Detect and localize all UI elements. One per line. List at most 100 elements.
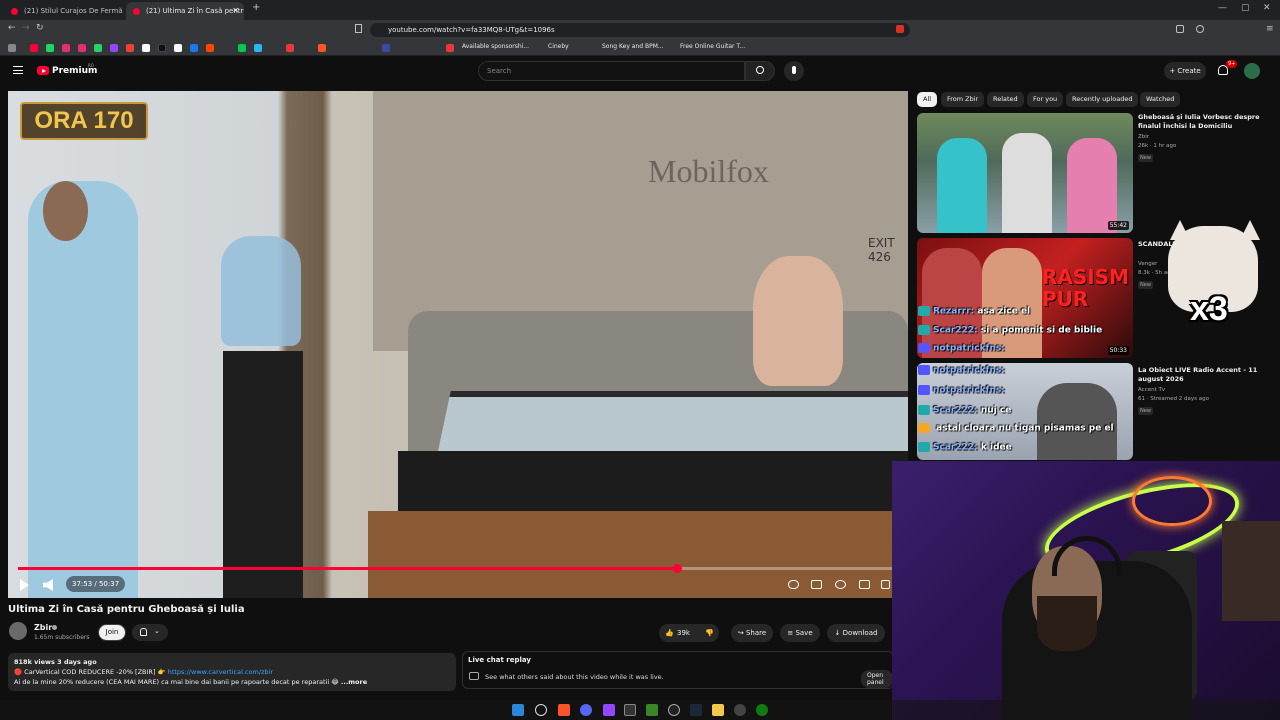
app-icon[interactable] <box>734 704 746 716</box>
back-icon[interactable]: ← <box>8 23 16 33</box>
play-icon[interactable] <box>20 579 29 591</box>
bookmark-icon[interactable] <box>174 44 182 52</box>
app-icon[interactable] <box>624 704 636 716</box>
media-icon[interactable] <box>1196 25 1204 33</box>
like-count[interactable]: 39k <box>677 624 690 642</box>
apps-icon[interactable] <box>8 44 16 52</box>
facebook-icon[interactable] <box>190 44 198 52</box>
app-icon[interactable] <box>668 704 680 716</box>
video-scrubber-handle[interactable] <box>672 564 682 573</box>
bookmark-page-icon[interactable] <box>355 24 362 33</box>
channel-name[interactable]: Zbir <box>34 623 52 632</box>
bookmark-icon[interactable] <box>206 44 214 52</box>
search-icon[interactable] <box>535 704 547 716</box>
thumbnail-person <box>1067 138 1117 233</box>
save-button[interactable]: ≡ Save <box>780 624 820 642</box>
volume-icon[interactable] <box>43 579 53 591</box>
close-window-icon[interactable]: ✕ <box>1263 3 1271 13</box>
bookmark-icon[interactable] <box>254 44 262 52</box>
chip-from-channel[interactable]: From Zbir <box>941 92 985 107</box>
bookmark-icon[interactable] <box>94 44 102 52</box>
bookmark-link[interactable]: Cineby <box>548 43 569 50</box>
tiktok-icon[interactable] <box>158 44 166 52</box>
voice-search-button[interactable] <box>784 61 804 81</box>
bookmark-icon[interactable] <box>62 44 70 52</box>
video-player[interactable]: Mobilfox EXIT 426 ORA 170 37:53 / 50:37 <box>8 91 908 598</box>
xbox-icon[interactable] <box>756 704 768 716</box>
hamburger-menu-icon[interactable] <box>13 66 23 74</box>
download-icon: ↓ <box>834 629 843 637</box>
description-link[interactable]: https://www.carvertical.com/zbir <box>168 668 273 676</box>
maximize-icon[interactable]: ▢ <box>1241 3 1250 13</box>
recommendation-title[interactable]: Gheboasă și Iulia Vorbesc despre finalul… <box>1138 113 1268 131</box>
reload-icon[interactable]: ↻ <box>36 23 44 33</box>
url-field[interactable]: youtube.com/watch?v=fa33MQ8-UTg&t=1096s <box>370 23 910 37</box>
search-icon <box>756 66 764 74</box>
search-input[interactable]: Search <box>478 61 745 81</box>
x-icon[interactable] <box>142 44 150 52</box>
brave-shield-icon[interactable] <box>896 25 904 33</box>
recommendation-title[interactable]: La Obiect LIVE Radio Accent - 11 august … <box>1138 366 1268 384</box>
chip-for-you[interactable]: For you <box>1027 92 1064 107</box>
gmail-icon[interactable] <box>126 44 134 52</box>
close-tab-icon[interactable]: ✕ <box>232 2 239 20</box>
bookmark-icon[interactable] <box>286 44 294 52</box>
recommendation-channel[interactable]: Zbir <box>1138 133 1268 141</box>
channel-avatar[interactable] <box>9 622 27 640</box>
new-tab-button[interactable]: + <box>252 2 260 13</box>
chevron-down-icon: ⌄ <box>154 627 160 635</box>
autoplay-toggle-icon[interactable] <box>788 580 799 589</box>
chip-watched[interactable]: Watched <box>1140 92 1181 107</box>
join-button[interactable]: Join <box>98 624 126 641</box>
bookmark-icon[interactable] <box>30 44 38 52</box>
create-button[interactable]: + Create <box>1164 62 1206 80</box>
show-more-link[interactable]: ...more <box>341 678 367 686</box>
search-button[interactable] <box>745 61 775 81</box>
video-thumbnail[interactable]: 55:42 <box>917 113 1133 233</box>
browser-tab[interactable]: (21) Stilul Curajos De Fermă Al Mamei <box>4 2 122 20</box>
bookmark-icon[interactable] <box>446 44 454 52</box>
share-button[interactable]: ↪ Share <box>731 624 773 642</box>
bookmark-icon[interactable] <box>382 44 390 52</box>
app-icon[interactable] <box>690 704 702 716</box>
bookmark-icon[interactable] <box>238 44 246 52</box>
bookmark-icon[interactable] <box>110 44 118 52</box>
settings-gear-icon[interactable] <box>835 580 846 589</box>
bookmark-link[interactable]: Song Key and BPM... <box>602 43 664 50</box>
bell-icon <box>140 628 147 636</box>
forward-icon[interactable]: → <box>22 23 30 33</box>
subscribed-button[interactable]: ⌄ <box>132 624 168 641</box>
browser-tab-active[interactable]: (21) Ultima Zi în Casă pentru Gh ✕ <box>126 2 244 20</box>
subtitles-icon[interactable] <box>811 580 822 589</box>
youtube-logo-icon[interactable] <box>37 66 49 75</box>
video-progress-bar[interactable] <box>18 564 898 573</box>
chip-recently-uploaded[interactable]: Recently uploaded <box>1066 92 1139 107</box>
bookmark-link[interactable]: Free Online Guitar T... <box>680 43 745 50</box>
start-icon[interactable] <box>512 704 524 716</box>
minimize-icon[interactable]: — <box>1218 3 1227 13</box>
chip-all[interactable]: All <box>917 92 938 107</box>
minecraft-icon[interactable] <box>646 704 658 716</box>
app-icon[interactable] <box>603 704 615 716</box>
bookmark-icon[interactable] <box>78 44 86 52</box>
bookmark-icon[interactable] <box>318 44 326 52</box>
chip-related[interactable]: Related <box>987 92 1024 107</box>
file-explorer-icon[interactable] <box>712 704 724 716</box>
extensions-icon[interactable] <box>1176 25 1184 33</box>
recommendation-channel[interactable]: Accent Tv <box>1138 386 1268 394</box>
discord-icon[interactable] <box>580 704 592 716</box>
account-avatar[interactable] <box>1244 63 1260 79</box>
video-thumbnail[interactable]: RASISM PUR 50:33 <box>917 238 1133 358</box>
video-description[interactable]: 818k views 3 days ago 🔴 CarVertical COD … <box>8 653 456 691</box>
notification-count-badge: 9+ <box>1226 60 1238 68</box>
menu-icon[interactable]: ≡ <box>1266 24 1274 34</box>
bookmark-icon[interactable] <box>46 44 54 52</box>
dislike-icon[interactable]: 👎 <box>705 624 714 642</box>
download-button[interactable]: ↓ Download <box>827 624 885 642</box>
theater-mode-icon[interactable] <box>859 580 870 589</box>
brave-icon[interactable] <box>558 704 570 716</box>
like-icon[interactable]: 👍 <box>665 624 674 642</box>
bookmark-link[interactable]: Available sponsorshi... <box>462 43 529 50</box>
open-panel-button[interactable]: Open panel <box>861 670 893 688</box>
fullscreen-icon[interactable] <box>881 580 890 589</box>
